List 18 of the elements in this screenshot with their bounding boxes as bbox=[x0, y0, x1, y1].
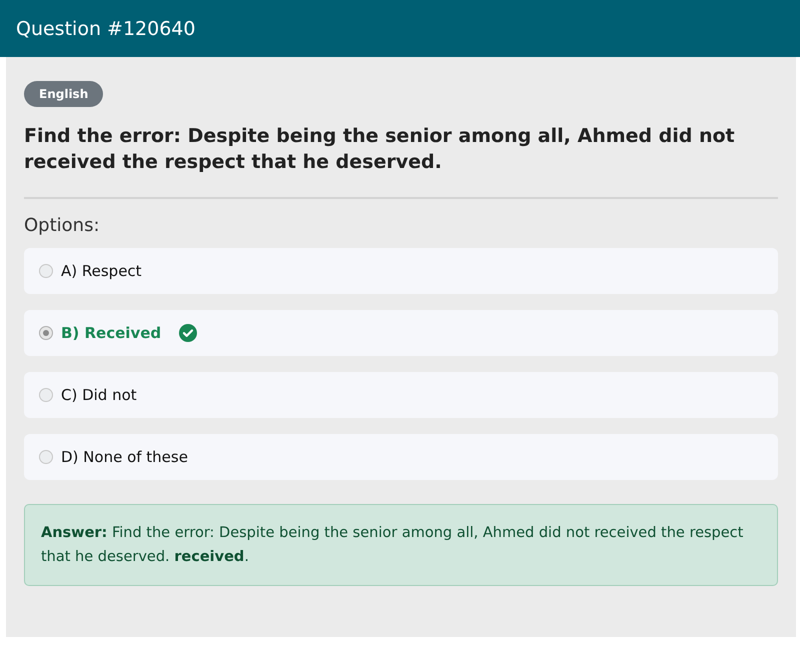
option-card[interactable]: B) Received bbox=[24, 310, 778, 356]
option-card[interactable]: A) Respect bbox=[24, 248, 778, 294]
check-circle-icon bbox=[179, 324, 198, 342]
option-label: A) Respect bbox=[61, 262, 142, 280]
radio-button[interactable] bbox=[39, 450, 53, 464]
option-label: B) Received bbox=[61, 324, 162, 342]
option-card[interactable]: D) None of these bbox=[24, 434, 778, 480]
question-text: Find the error: Despite being the senior among all, Ahmed did not received the respect that he deserved. bbox=[24, 124, 736, 175]
option-label: C) Did not bbox=[61, 386, 137, 404]
page-title: Question #120640 bbox=[16, 18, 196, 40]
radio-button[interactable] bbox=[39, 388, 53, 402]
options-heading: Options: bbox=[24, 215, 101, 236]
language-badge: English bbox=[24, 81, 104, 107]
option-label: D) None of these bbox=[61, 448, 188, 466]
radio-button[interactable] bbox=[39, 326, 53, 340]
answer-text: Answer: Find the error: Despite being the senior among all, Ahmed did not received the respect that he deserved. received. bbox=[24, 504, 778, 586]
radio-button[interactable] bbox=[39, 264, 53, 278]
option-card[interactable]: C) Did not bbox=[24, 372, 778, 418]
